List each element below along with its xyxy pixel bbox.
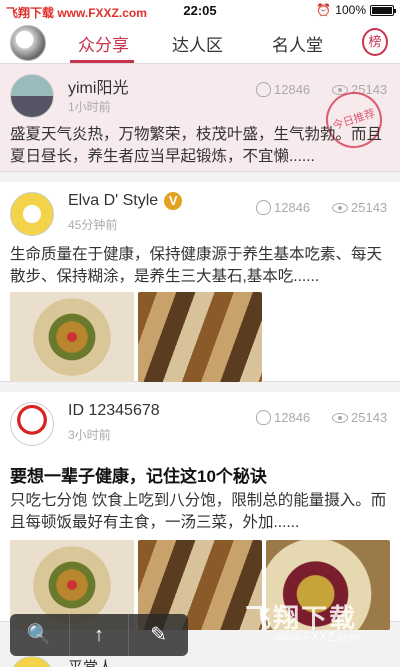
post-text[interactable]: 盛夏天气炎热，万物繁荣，枝茂叶盛，生气勃勃。而且夏日昼长，养生者应当早起锻炼，不… — [10, 124, 390, 168]
tab-celebrity[interactable]: 名人堂 — [272, 31, 323, 56]
like-count[interactable]: 12846 — [256, 82, 310, 97]
like-count[interactable]: 12846 — [256, 200, 310, 215]
eye-icon — [332, 412, 348, 423]
user-name[interactable]: Elva D' Style V — [68, 192, 183, 210]
user-avatar[interactable] — [10, 402, 54, 446]
post-image[interactable] — [138, 292, 262, 382]
heart-icon — [256, 82, 271, 97]
user-avatar[interactable] — [10, 74, 54, 118]
floating-toolbar: 🔍 ↑ ✎ — [10, 614, 188, 656]
scroll-top-icon[interactable]: ↑ — [70, 614, 130, 656]
post-text[interactable]: 只吃七分饱 饮食上吃到八分饱，限制总的能量摄入。而且每顿饭最好有主食，一汤三菜，… — [10, 490, 390, 534]
post-time: 1小时前 — [68, 100, 111, 114]
search-icon[interactable]: 🔍 — [10, 614, 70, 656]
user-name[interactable]: yimi阳光 — [68, 74, 128, 98]
top-nav: 众分享 达人区 名人堂 榜 — [0, 22, 400, 64]
post-title[interactable]: 要想一辈子健康，记住这10个秘诀 — [10, 462, 267, 487]
user-name[interactable]: ID 12345678 — [68, 402, 160, 420]
user-name[interactable]: 平常人 — [68, 656, 113, 667]
feed-card[interactable]: yimi阳光 1小时前 12846 25143 今日推荐 盛夏天气炎热，万物繁荣… — [0, 64, 400, 172]
alarm-icon: ⏰ — [316, 3, 332, 17]
status-bar: 飞翔下载 www.FXXZ.com 22:05 ⏰ 100% — [0, 0, 400, 22]
like-count[interactable]: 12846 — [256, 410, 310, 425]
post-image[interactable] — [10, 292, 134, 382]
post-time: 45分钟前 — [68, 218, 118, 232]
verified-badge: V — [164, 192, 183, 210]
tab-share[interactable]: 众分享 — [78, 31, 129, 56]
battery-percent: 100% — [335, 3, 366, 17]
tab-experts[interactable]: 达人区 — [172, 31, 223, 56]
battery-icon — [370, 4, 396, 16]
user-avatar[interactable] — [10, 656, 54, 667]
view-count: 25143 — [332, 200, 387, 215]
user-avatar[interactable] — [10, 192, 54, 236]
heart-icon — [256, 410, 271, 425]
feed-card[interactable]: Elva D' Style V 45分钟前 12846 25143 生命质量在于健… — [0, 182, 400, 382]
heart-icon — [256, 200, 271, 215]
view-count: 25143 — [332, 410, 387, 425]
watermark-url: www.FXXZ.com — [275, 630, 361, 644]
active-tab-indicator — [70, 60, 134, 63]
edit-icon[interactable]: ✎ — [129, 614, 188, 656]
status-right: ⏰ 100% — [316, 3, 396, 17]
eye-icon — [332, 202, 348, 213]
post-text[interactable]: 生命质量在于健康，保持健康源于养生基本吃素、每天散步、保持糊涂，是养生三大基石,… — [10, 244, 390, 288]
profile-avatar[interactable] — [10, 25, 46, 61]
post-time: 3小时前 — [68, 428, 111, 442]
rank-button[interactable]: 榜 — [362, 28, 388, 56]
feed-card[interactable]: ID 12345678 3小时前 12846 25143 要想一辈子健康，记住这… — [0, 392, 400, 630]
